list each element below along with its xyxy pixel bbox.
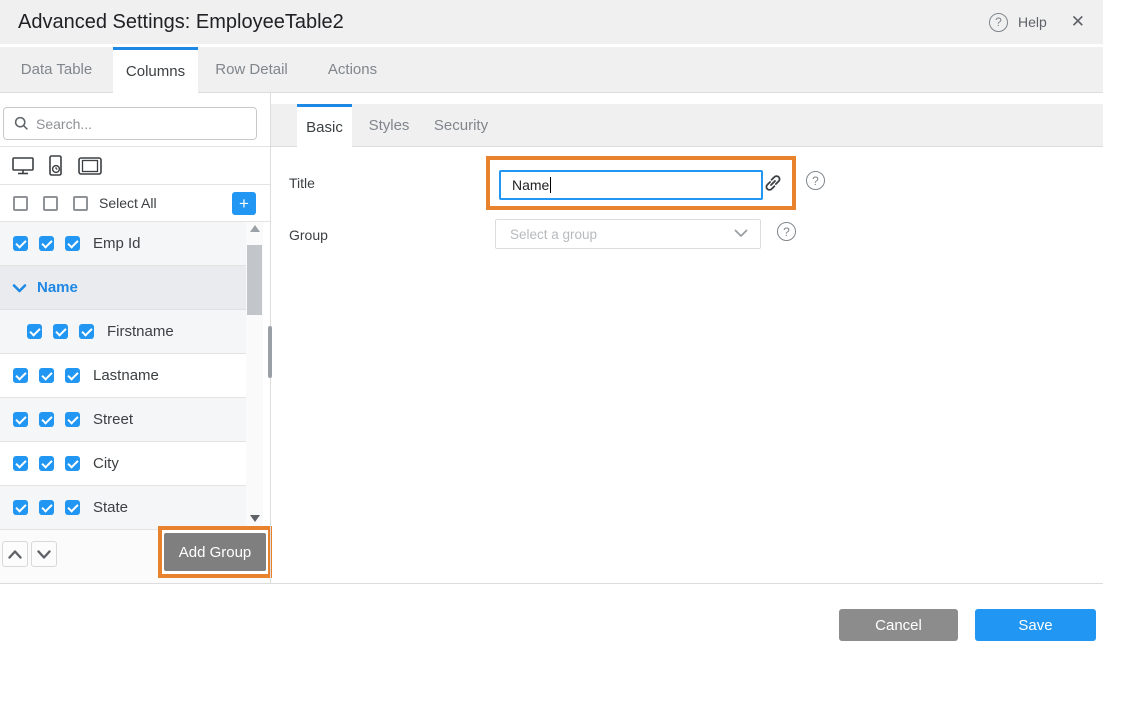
chevron-down-icon[interactable] bbox=[12, 283, 27, 293]
column-label: Street bbox=[93, 411, 133, 428]
device-toggle-row bbox=[0, 147, 270, 185]
checkbox-checked[interactable] bbox=[39, 456, 54, 471]
search-input[interactable] bbox=[36, 116, 236, 132]
advanced-settings-dialog: Advanced Settings: EmployeeTable2 ? Help… bbox=[0, 0, 1148, 717]
tab-styles[interactable]: Styles bbox=[356, 104, 422, 146]
select-all-row: Select All + bbox=[0, 185, 270, 222]
columns-sidebar: Select All + Emp Id Name Firstname bbox=[0, 93, 270, 583]
dialog-header: Advanced Settings: EmployeeTable2 ? Help… bbox=[0, 0, 1103, 44]
save-button[interactable]: Save bbox=[975, 609, 1096, 641]
add-group-button[interactable]: Add Group bbox=[164, 533, 266, 571]
help-icon[interactable]: ? bbox=[989, 13, 1008, 32]
checkbox-checked[interactable] bbox=[13, 368, 28, 383]
chevron-up-icon bbox=[8, 550, 22, 559]
checkbox-checked[interactable] bbox=[65, 456, 80, 471]
title-input-value: Name bbox=[512, 177, 549, 193]
select-all-checkbox-mobile[interactable] bbox=[43, 196, 58, 211]
splitter-handle[interactable] bbox=[268, 326, 272, 378]
tab-data-table[interactable]: Data Table bbox=[0, 47, 113, 92]
title-field-label: Title bbox=[289, 175, 315, 191]
column-label: City bbox=[93, 455, 119, 472]
select-all-checkbox-tablet[interactable] bbox=[73, 196, 88, 211]
dialog-title: Advanced Settings: EmployeeTable2 bbox=[18, 0, 344, 44]
checkbox-checked[interactable] bbox=[53, 324, 68, 339]
add-column-button[interactable]: + bbox=[232, 192, 256, 215]
group-select-placeholder: Select a group bbox=[510, 227, 597, 242]
chevron-down-icon bbox=[734, 229, 748, 238]
checkbox-checked[interactable] bbox=[65, 412, 80, 427]
checkbox-checked[interactable] bbox=[13, 456, 28, 471]
column-label: Lastname bbox=[93, 367, 159, 384]
tablet-icon[interactable] bbox=[77, 156, 103, 176]
chevron-down-icon bbox=[37, 550, 51, 559]
text-caret bbox=[550, 177, 551, 193]
title-help-icon[interactable]: ? bbox=[806, 171, 825, 190]
search-icon bbox=[14, 116, 29, 131]
column-row-street[interactable]: Street bbox=[0, 398, 246, 442]
title-highlight: Name bbox=[486, 156, 796, 210]
tab-basic[interactable]: Basic bbox=[297, 104, 352, 147]
checkbox-checked[interactable] bbox=[13, 412, 28, 427]
select-all-checkbox-desktop[interactable] bbox=[13, 196, 28, 211]
desktop-icon[interactable] bbox=[11, 155, 35, 177]
mobile-icon[interactable] bbox=[45, 154, 67, 178]
scrollbar-down-icon[interactable] bbox=[250, 515, 260, 522]
checkbox-checked[interactable] bbox=[65, 368, 80, 383]
checkbox-checked[interactable] bbox=[65, 236, 80, 251]
sidebar-footer: Add Group bbox=[0, 530, 270, 583]
tab-security[interactable]: Security bbox=[422, 104, 500, 146]
add-group-highlight: Add Group bbox=[158, 526, 272, 578]
checkbox-checked[interactable] bbox=[39, 500, 54, 515]
title-input[interactable]: Name bbox=[499, 170, 763, 200]
main-tab-bar: Data Table Columns Row Detail Actions bbox=[0, 47, 1103, 93]
cancel-button[interactable]: Cancel bbox=[839, 609, 958, 641]
column-label: State bbox=[93, 499, 128, 516]
column-label: Emp Id bbox=[93, 235, 141, 252]
column-row-state[interactable]: State bbox=[0, 486, 246, 530]
checkbox-checked[interactable] bbox=[13, 500, 28, 515]
search-row bbox=[0, 93, 270, 147]
group-field-label: Group bbox=[289, 227, 328, 243]
group-row-name[interactable]: Name bbox=[0, 266, 246, 310]
checkbox-checked[interactable] bbox=[79, 324, 94, 339]
column-row-firstname[interactable]: Firstname bbox=[0, 310, 246, 354]
column-row-lastname[interactable]: Lastname bbox=[0, 354, 246, 398]
column-label: Firstname bbox=[107, 323, 174, 340]
search-box[interactable] bbox=[3, 107, 257, 140]
select-all-label: Select All bbox=[99, 195, 157, 211]
group-select[interactable]: Select a group bbox=[495, 219, 761, 249]
checkbox-checked[interactable] bbox=[39, 412, 54, 427]
scrollbar-up-icon[interactable] bbox=[250, 225, 260, 232]
move-down-button[interactable] bbox=[31, 541, 57, 567]
help-link[interactable]: Help bbox=[1018, 14, 1047, 30]
scrollbar-thumb[interactable] bbox=[247, 245, 262, 315]
checkbox-checked[interactable] bbox=[65, 500, 80, 515]
link-icon[interactable] bbox=[763, 173, 783, 193]
group-label: Name bbox=[37, 279, 78, 296]
move-up-button[interactable] bbox=[2, 541, 28, 567]
column-row-emp-id[interactable]: Emp Id bbox=[0, 222, 246, 266]
tab-columns[interactable]: Columns bbox=[113, 47, 198, 93]
checkbox-checked[interactable] bbox=[27, 324, 42, 339]
tab-actions[interactable]: Actions bbox=[305, 47, 400, 92]
detail-tab-bar: Basic Styles Security bbox=[271, 104, 1103, 147]
footer-divider bbox=[0, 583, 1103, 584]
checkbox-checked[interactable] bbox=[39, 368, 54, 383]
group-help-icon[interactable]: ? bbox=[777, 222, 796, 241]
tab-row-detail[interactable]: Row Detail bbox=[198, 47, 305, 92]
checkbox-checked[interactable] bbox=[13, 236, 28, 251]
close-icon[interactable]: ✕ bbox=[1071, 12, 1085, 32]
checkbox-checked[interactable] bbox=[39, 236, 54, 251]
column-row-city[interactable]: City bbox=[0, 442, 246, 486]
